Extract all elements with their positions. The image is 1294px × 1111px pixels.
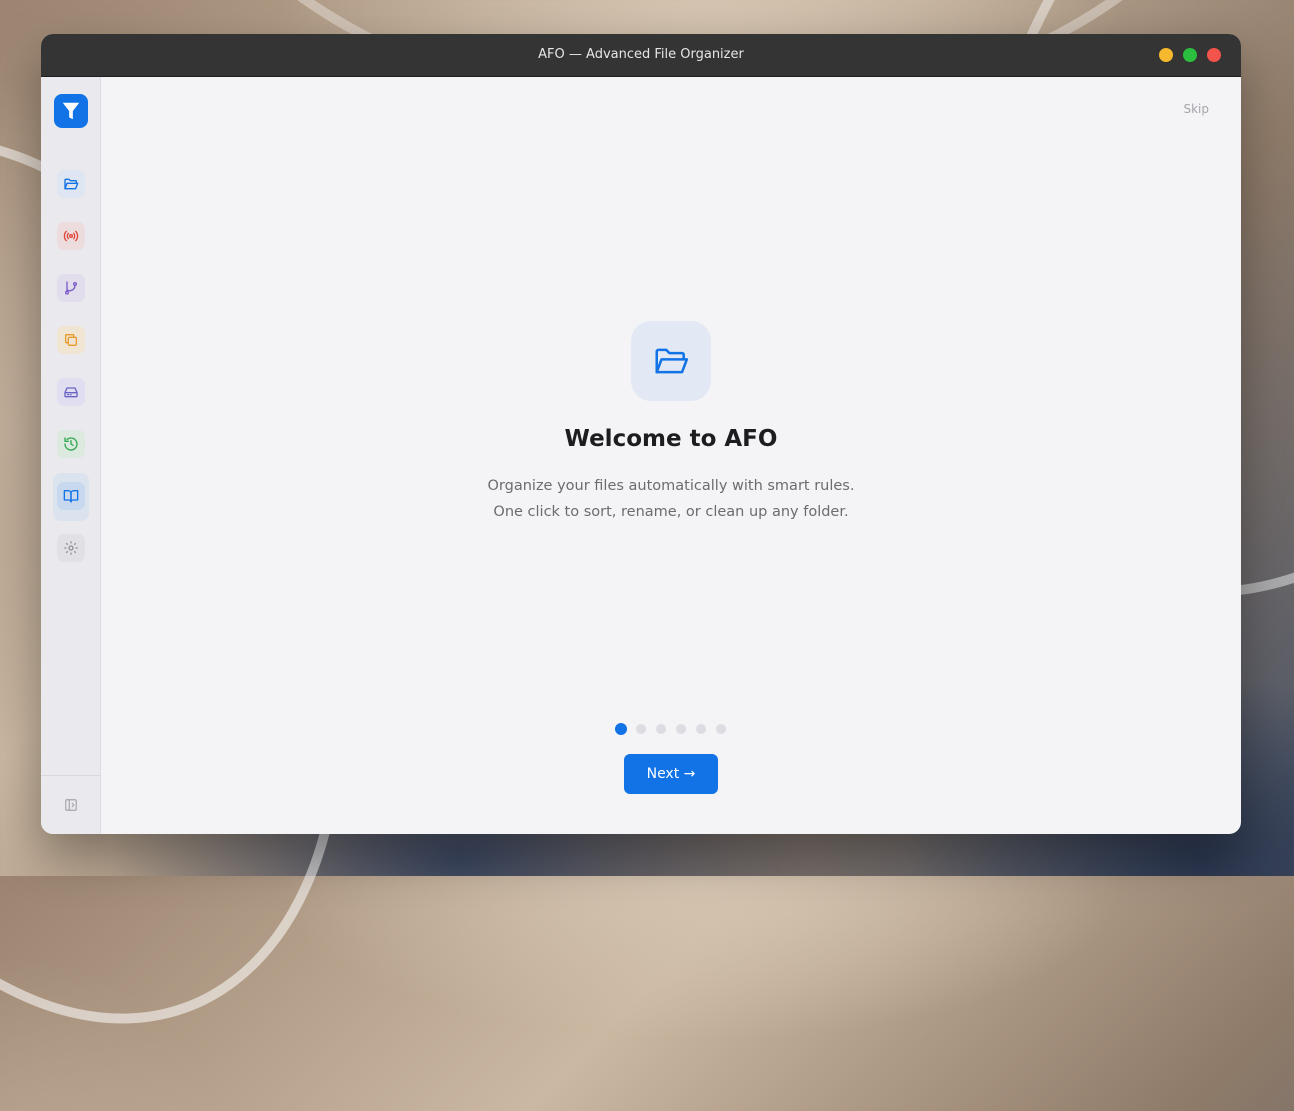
step-dot-2[interactable]: [635, 723, 647, 735]
next-button[interactable]: Next →: [624, 754, 718, 794]
history-icon: [64, 437, 78, 451]
sidebar-collapse-button[interactable]: [63, 797, 79, 813]
git-branch-icon: [65, 281, 77, 295]
sidebar-item-duplicates[interactable]: [57, 326, 85, 354]
folder-open-icon: [64, 178, 79, 190]
broadcast-icon: [63, 230, 79, 242]
sidebar-item-rules[interactable]: [57, 274, 85, 302]
folder-open-icon: [655, 348, 689, 374]
window-title: AFO — Advanced File Organizer: [538, 47, 744, 62]
page-subtitle: Organize your files automatically with s…: [101, 473, 1241, 525]
funnel-icon: [62, 102, 80, 120]
app-logo[interactable]: [54, 94, 88, 128]
app-window: AFO — Advanced File Organizer Skip Welco…: [41, 34, 1241, 834]
step-dot-5[interactable]: [695, 723, 707, 735]
step-indicator: [615, 723, 727, 735]
sidebar: [41, 77, 101, 834]
title-bar: AFO — Advanced File Organizer: [41, 34, 1241, 77]
sidebar-item-history[interactable]: [57, 430, 85, 458]
sidebar-item-monitor[interactable]: [57, 222, 85, 250]
minimize-button[interactable]: [1159, 48, 1173, 62]
step-dot-3[interactable]: [655, 723, 667, 735]
sidebar-item-guide[interactable]: [57, 482, 85, 510]
sidebar-item-settings[interactable]: [57, 534, 85, 562]
copy-icon: [65, 334, 77, 346]
close-button[interactable]: [1207, 48, 1221, 62]
hard-drive-icon: [64, 387, 78, 398]
step-dot-6[interactable]: [715, 723, 727, 735]
gear-icon: [64, 541, 78, 555]
subtitle-line-2: One click to sort, rename, or clean up a…: [493, 504, 849, 520]
skip-link[interactable]: Skip: [1183, 102, 1209, 116]
subtitle-line-1: Organize your files automatically with s…: [487, 478, 855, 494]
sidebar-item-folders[interactable]: [57, 170, 85, 198]
maximize-button[interactable]: [1183, 48, 1197, 62]
book-open-icon: [63, 490, 79, 503]
step-dot-4[interactable]: [675, 723, 687, 735]
sidebar-item-drives[interactable]: [57, 378, 85, 406]
onboarding-panel: Skip Welcome to AFO Organize your files …: [101, 77, 1241, 834]
page-title: Welcome to AFO: [564, 426, 778, 452]
sidebar-divider: [41, 775, 100, 776]
sidebar-collapse-icon: [65, 799, 77, 811]
hero-icon-tile: [631, 321, 711, 401]
step-dot-1[interactable]: [615, 723, 627, 735]
